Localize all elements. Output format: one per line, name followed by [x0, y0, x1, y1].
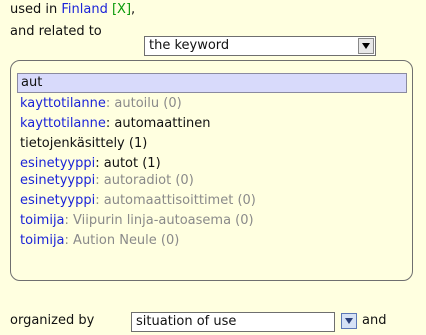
suggestion-term: autoilu (0) — [114, 96, 182, 111]
suggestion-item[interactable]: kayttotilanne: automaattinen — [20, 116, 211, 131]
comma-text: , — [131, 2, 136, 17]
suggestion-item[interactable]: esinetyyppi: automaattisoittimet (0) — [20, 193, 256, 208]
related-to-label: and related to — [10, 24, 102, 39]
and-label: and — [362, 313, 387, 328]
suggestion-term: tietojenkäsittely (1) — [20, 136, 148, 151]
suggestion-separator: : — [95, 193, 104, 208]
suggestion-item[interactable]: toimija: Viipurin linja-autoasema (0) — [20, 213, 254, 228]
country-link[interactable]: Finland — [61, 2, 107, 17]
filter-country-line: used in Finland [X], — [10, 2, 135, 17]
suggestion-separator: : — [95, 156, 104, 171]
suggestion-term: autoradiot (0) — [103, 173, 194, 188]
suggestion-term: Aution Neule (0) — [73, 233, 180, 248]
suggestion-term: automaattisoittimet (0) — [103, 193, 256, 208]
related-to-dropdown-button[interactable] — [358, 38, 374, 54]
suggestion-item[interactable]: esinetyyppi: autot (1) — [20, 156, 161, 171]
suggestion-type: kayttotilanne — [20, 116, 106, 131]
used-in-label: used in — [10, 2, 58, 17]
suggestion-separator: : — [64, 213, 74, 228]
suggestion-item[interactable]: tietojenkäsittely (1) — [20, 136, 147, 151]
suggestion-term: automaattinen — [114, 116, 211, 131]
suggestion-type: esinetyyppi — [20, 173, 96, 188]
related-to-select[interactable]: the keyword — [144, 36, 376, 56]
suggestion-separator: : — [64, 233, 74, 248]
suggestion-type: toimija — [20, 233, 65, 248]
suggestion-term: Viipurin linja-autoasema (0) — [73, 213, 254, 228]
suggestion-type: esinetyyppi — [20, 193, 96, 208]
suggestion-item[interactable]: kayttotilanne: autoilu (0) — [20, 96, 182, 111]
autocomplete-input-value: aut — [21, 75, 43, 90]
suggestion-type: kayttotilanne — [20, 96, 106, 111]
remove-country-link[interactable]: [X] — [112, 2, 131, 17]
autocomplete-input[interactable]: aut — [17, 73, 407, 93]
related-to-value: the keyword — [149, 38, 230, 53]
organized-by-value: situation of use — [136, 314, 237, 329]
suggestion-separator: : — [95, 173, 104, 188]
organized-by-dropdown-button[interactable] — [341, 313, 357, 329]
suggestion-item[interactable]: toimija: Aution Neule (0) — [20, 233, 179, 248]
suggestion-term: autot (1) — [103, 156, 161, 171]
suggestion-item[interactable]: esinetyyppi: autoradiot (0) — [20, 173, 194, 188]
organized-by-label: organized by — [10, 313, 95, 328]
suggestion-type: esinetyyppi — [20, 156, 96, 171]
organized-by-select[interactable]: situation of use — [131, 312, 335, 332]
suggestion-type: toimija — [20, 213, 65, 228]
chevron-down-icon — [362, 43, 370, 49]
chevron-down-icon — [345, 318, 353, 324]
